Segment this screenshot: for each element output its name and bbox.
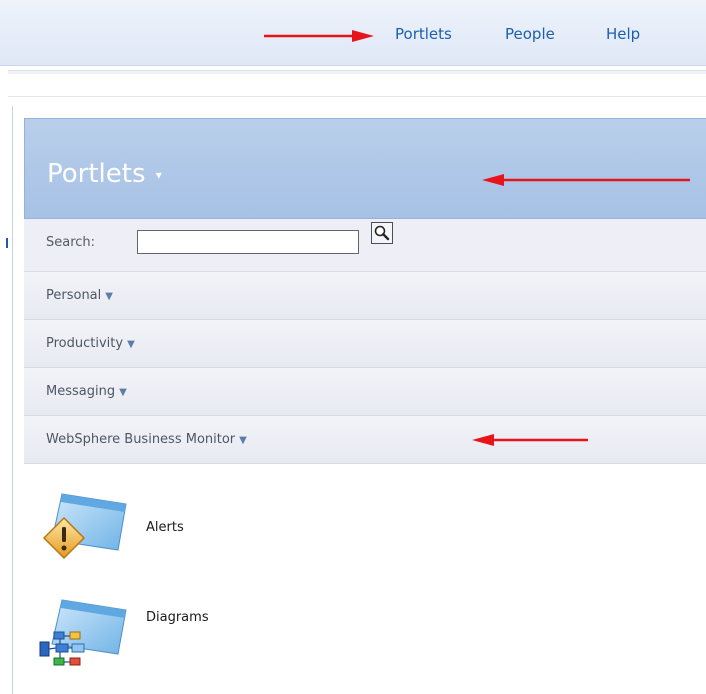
category-productivity[interactable]: Productivity ▼ [24, 320, 706, 368]
portlets-panel-header: Portlets ▾ [24, 118, 706, 219]
top-nav-help-link[interactable]: Help [606, 25, 640, 43]
panel-title-text: Portlets [47, 159, 146, 189]
portlet-alerts-label[interactable]: Alerts [146, 520, 184, 535]
search-input[interactable] [137, 230, 359, 254]
top-nav-portlets-link[interactable]: Portlets [395, 25, 452, 43]
category-websphere-text: WebSphere Business Monitor [46, 432, 236, 447]
search-row: Search: [24, 219, 706, 272]
category-messaging-label[interactable]: Messaging ▼ [46, 384, 127, 399]
portlet-alerts[interactable]: Alerts [36, 490, 236, 570]
panel-title-caret-icon: ▾ [155, 167, 162, 182]
top-nav-people-link[interactable]: People [505, 25, 555, 43]
category-websphere-business-monitor[interactable]: WebSphere Business Monitor ▼ [24, 416, 706, 464]
alerts-warning-icon [42, 493, 127, 560]
triangle-down-icon: ▼ [105, 291, 113, 302]
search-button[interactable] [371, 222, 393, 244]
category-personal-text: Personal [46, 288, 102, 303]
triangle-down-icon: ▼ [119, 387, 127, 398]
category-messaging-text: Messaging [46, 384, 116, 399]
header-separator [8, 70, 706, 74]
portlet-diagrams[interactable]: Diagrams [36, 596, 236, 676]
annotation-arrow-right [264, 30, 374, 42]
diagrams-flowchart-icon [39, 599, 127, 666]
category-productivity-text: Productivity [46, 336, 124, 351]
header-separator-2 [8, 96, 706, 97]
category-websphere-label[interactable]: WebSphere Business Monitor ▼ [46, 432, 247, 447]
category-productivity-label[interactable]: Productivity ▼ [46, 336, 135, 351]
triangle-down-icon: ▼ [127, 339, 135, 350]
portlets-menu-title[interactable]: Portlets ▾ [47, 159, 162, 189]
category-personal[interactable]: Personal ▼ [24, 272, 706, 320]
category-messaging[interactable]: Messaging ▼ [24, 368, 706, 416]
search-label: Search: [46, 235, 96, 250]
category-personal-label[interactable]: Personal ▼ [46, 288, 113, 303]
annotation-arrow-left [482, 174, 690, 186]
annotation-arrow-left [472, 434, 588, 446]
triangle-down-icon: ▼ [239, 435, 247, 446]
left-page-border [12, 106, 13, 694]
portlet-diagrams-label[interactable]: Diagrams [146, 610, 209, 625]
magnifier-icon [374, 225, 390, 241]
left-edge-marker [6, 238, 8, 248]
